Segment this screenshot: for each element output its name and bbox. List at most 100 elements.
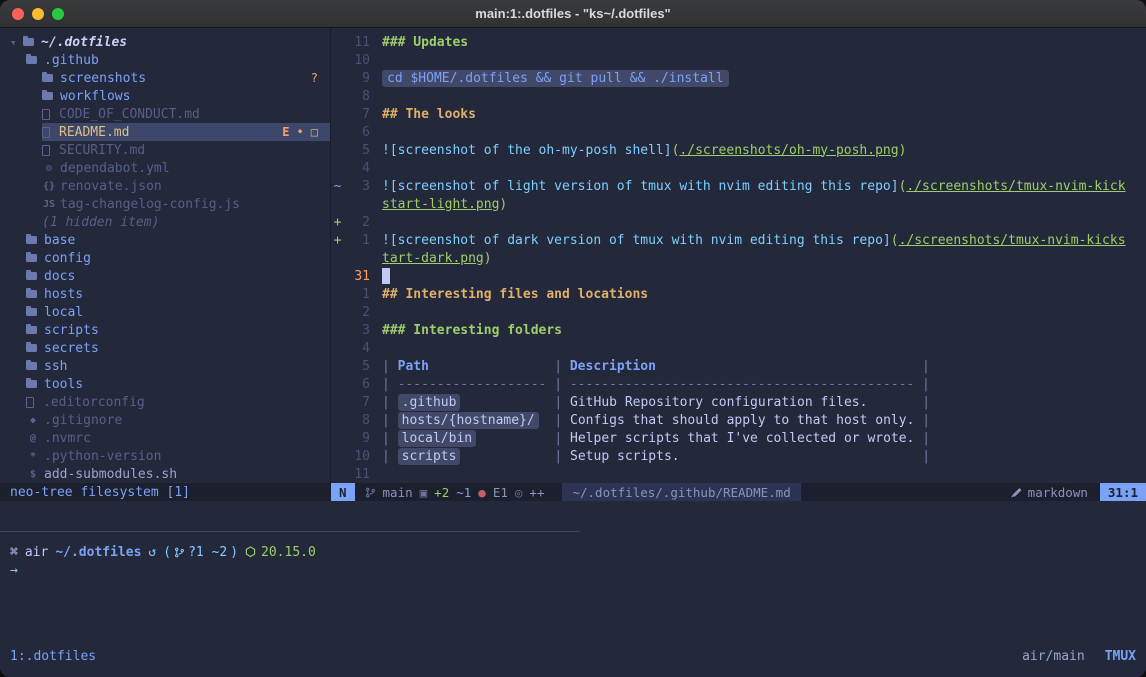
zoom-button[interactable] bbox=[52, 8, 64, 20]
editor-line[interactable]: 8| hosts/{hostname}/ | Configs that shou… bbox=[331, 411, 1146, 429]
tree-item-tag-changelog-config-js[interactable]: JS tag-changelog-config.js bbox=[0, 195, 330, 213]
line-text: | ------------------- | ----------------… bbox=[382, 377, 930, 392]
tree-item-tools[interactable]: tools bbox=[0, 375, 330, 393]
folder-icon bbox=[42, 74, 53, 82]
tree-item-docs[interactable]: docs bbox=[0, 267, 330, 285]
folder-icon bbox=[26, 326, 37, 334]
tree-item-dotfiles[interactable]: ▾~/.dotfiles bbox=[0, 33, 330, 51]
editor-line[interactable]: +2 bbox=[331, 213, 1146, 231]
git-untracked-badge: ? bbox=[311, 71, 318, 85]
editor-line[interactable]: 31 bbox=[331, 267, 1146, 285]
editor-line[interactable]: +1![screenshot of dark version of tmux w… bbox=[331, 231, 1146, 249]
git-branch-icon bbox=[365, 487, 376, 498]
editor-line[interactable]: 11### Updates bbox=[331, 33, 1146, 51]
editor-line[interactable]: 11 bbox=[331, 465, 1146, 483]
tree-item-base[interactable]: base bbox=[0, 231, 330, 249]
tree-item-local[interactable]: local bbox=[0, 303, 330, 321]
editor-line[interactable]: 4 bbox=[331, 339, 1146, 357]
expander-icon[interactable]: ▾ bbox=[10, 36, 23, 49]
editor-line[interactable]: 5![screenshot of the oh-my-posh shell](.… bbox=[331, 141, 1146, 159]
shell-input-line[interactable]: → bbox=[10, 561, 18, 579]
sync-icon: ↺ bbox=[148, 545, 156, 560]
editor-line[interactable]: 1## Interesting files and locations bbox=[331, 285, 1146, 303]
tree-item-dependabot-yml[interactable]: ⚙dependabot.yml bbox=[0, 159, 330, 177]
editor-pane[interactable]: 11### Updates 10 9cd $HOME/.dotfiles && … bbox=[330, 28, 1146, 501]
tmux-window-name[interactable]: 1:.dotfiles bbox=[10, 649, 96, 664]
tree-item-editorconfig[interactable]: .editorconfig bbox=[0, 393, 330, 411]
editor-line[interactable]: 2 bbox=[331, 303, 1146, 321]
statusline-filepath[interactable]: ~/.dotfiles/.github/README.md bbox=[562, 483, 800, 501]
tree-item-label: hosts bbox=[44, 287, 83, 302]
tmux-pane-border[interactable] bbox=[0, 531, 580, 532]
tree-item-renovate-json[interactable]: {}renovate.json bbox=[0, 177, 330, 195]
editor-line[interactable]: 8 bbox=[331, 87, 1146, 105]
tree-item-add-submodules-sh[interactable]: $add-submodules.sh bbox=[0, 465, 330, 483]
folder-icon bbox=[42, 92, 53, 100]
tree-item-github[interactable]: .github bbox=[0, 51, 330, 69]
editor-line[interactable]: 7| .github | GitHub Repository configura… bbox=[331, 393, 1146, 411]
tree-item-security-md[interactable]: SECURITY.md bbox=[0, 141, 330, 159]
tree-item-label: .nvmrc bbox=[44, 431, 91, 446]
tree-item-config[interactable]: config bbox=[0, 249, 330, 267]
titlebar[interactable]: main:1:.dotfiles - "ks~/.dotfiles" bbox=[0, 0, 1146, 28]
tree-item-1-hidden-item[interactable]: (1 hidden item) bbox=[0, 213, 330, 231]
tree-item-scripts[interactable]: scripts bbox=[0, 321, 330, 339]
statusline: N main ▣ +2 ~1 ● E1 ◎ ++ bbox=[331, 483, 1146, 501]
tree-item-hosts[interactable]: hosts bbox=[0, 285, 330, 303]
editor-line[interactable]: 4 bbox=[331, 159, 1146, 177]
editor-line[interactable]: 6| ------------------- | ---------------… bbox=[331, 375, 1146, 393]
window-title: main:1:.dotfiles - "ks~/.dotfiles" bbox=[475, 6, 670, 21]
line-text: ![screenshot of dark version of tmux wit… bbox=[382, 233, 1126, 248]
diff-added: +2 bbox=[434, 485, 449, 500]
tree-item-python-version[interactable]: *.python-version bbox=[0, 447, 330, 465]
tree-item-label: tag-changelog-config.js bbox=[60, 197, 240, 212]
line-number: 3 bbox=[344, 323, 370, 338]
javascript-icon: JS bbox=[42, 199, 56, 210]
folder-icon bbox=[26, 290, 37, 298]
line-number: 2 bbox=[344, 305, 370, 320]
editor-line[interactable]: 6 bbox=[331, 123, 1146, 141]
tree-item-secrets[interactable]: secrets bbox=[0, 339, 330, 357]
tree-item-label: (1 hidden item) bbox=[42, 215, 159, 230]
gear-icon: ⚙ bbox=[42, 163, 56, 174]
tree-item-gitignore[interactable]: ◆.gitignore bbox=[0, 411, 330, 429]
editor-line[interactable]: ~3![screenshot of light version of tmux … bbox=[331, 177, 1146, 195]
folder-icon bbox=[23, 38, 34, 46]
folder-icon bbox=[26, 362, 37, 370]
minimize-button[interactable] bbox=[32, 8, 44, 20]
tree-item-screenshots[interactable]: screenshots? bbox=[0, 69, 330, 87]
line-text: ![screenshot of the oh-my-posh shell](./… bbox=[382, 143, 906, 158]
statusline-position: 31:1 bbox=[1100, 483, 1146, 501]
editor-line[interactable]: tart-dark.png) bbox=[331, 249, 1146, 267]
line-number: 8 bbox=[344, 413, 370, 428]
tree-item-nvmrc[interactable]: @.nvmrc bbox=[0, 429, 330, 447]
editor-line[interactable]: 9cd $HOME/.dotfiles && git pull && ./ins… bbox=[331, 69, 1146, 87]
editor-line[interactable]: 10| scripts | Setup scripts. | bbox=[331, 447, 1146, 465]
editor-line[interactable]: 9| local/bin | Helper scripts that I've … bbox=[331, 429, 1146, 447]
editor-line[interactable]: 7## The looks bbox=[331, 105, 1146, 123]
sign-column bbox=[331, 467, 344, 482]
tree-item-code-of-conduct-md[interactable]: CODE_OF_CONDUCT.md bbox=[0, 105, 330, 123]
sign-column bbox=[331, 305, 344, 320]
close-button[interactable] bbox=[12, 8, 24, 20]
tree-item-workflows[interactable]: workflows bbox=[0, 87, 330, 105]
tree-item-badges: ? bbox=[311, 71, 330, 85]
editor-line[interactable]: 3### Interesting folders bbox=[331, 321, 1146, 339]
statusline-git-section[interactable]: main ▣ +2 ~1 ● E1 ◎ ++ bbox=[355, 483, 555, 501]
git-sign: + bbox=[331, 215, 344, 230]
sign-column bbox=[331, 395, 344, 410]
editor-line[interactable]: start-light.png) bbox=[331, 195, 1146, 213]
editor-buffer[interactable]: 11### Updates 10 9cd $HOME/.dotfiles && … bbox=[331, 28, 1146, 483]
editor-line[interactable]: 10 bbox=[331, 51, 1146, 69]
tree-item-ssh[interactable]: ssh bbox=[0, 357, 330, 375]
editor-line[interactable]: 5| Path | Description | bbox=[331, 357, 1146, 375]
shell-prompt[interactable]: ⌘ air ~/.dotfiles ↺ ( ?1 ~2 ) 20.15.0 bbox=[10, 543, 316, 561]
shell-script-icon: $ bbox=[26, 469, 40, 480]
tree-item-readme-md[interactable]: README.mdE•□ bbox=[0, 123, 330, 141]
sign-column bbox=[331, 323, 344, 338]
sign-column bbox=[331, 377, 344, 392]
line-number: 6 bbox=[344, 125, 370, 140]
line-number: 9 bbox=[344, 431, 370, 446]
git-diamond-icon: ◆ bbox=[26, 415, 40, 426]
sign-column bbox=[331, 251, 344, 266]
